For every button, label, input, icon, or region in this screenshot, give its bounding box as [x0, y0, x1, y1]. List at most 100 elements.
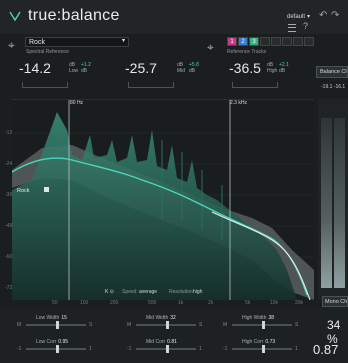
- high-level: -36.5: [229, 60, 261, 76]
- slider-value: 15: [61, 315, 67, 321]
- slider-value: 32: [170, 315, 176, 321]
- y-tick: -72: [5, 285, 13, 291]
- x-tick: 2k: [208, 300, 214, 306]
- slider-track[interactable]: [232, 321, 292, 329]
- slider-label: High Width 38: [242, 315, 274, 321]
- spectrum-fill: [12, 112, 297, 300]
- slider-label: Mid Corr 0.81: [146, 339, 177, 345]
- high-delta-unit: dB: [279, 68, 286, 74]
- x-tick: 200: [110, 300, 119, 306]
- slider-thumb[interactable]: [56, 321, 59, 329]
- mid-level: -25.7: [125, 60, 157, 76]
- x-tick: 50: [52, 300, 58, 306]
- mid-band: Mid: [177, 68, 186, 74]
- reference-slot[interactable]: [293, 37, 303, 46]
- slider-track[interactable]: [136, 321, 196, 329]
- redo-icon[interactable]: ↷: [331, 10, 339, 21]
- slider-label: Mid Width 32: [146, 315, 176, 321]
- reference-slot[interactable]: [271, 37, 281, 46]
- slider-thumb[interactable]: [262, 321, 265, 329]
- slider-min-label: -1: [17, 346, 22, 352]
- balance-values: -19.1 -16.1: [321, 84, 346, 90]
- slider-track[interactable]: [232, 345, 292, 353]
- high-band: High: [267, 68, 278, 74]
- y-tick: -36: [5, 192, 13, 198]
- mono-check-button[interactable]: Mono Chec: [322, 296, 348, 307]
- low-level: -14.2: [19, 60, 51, 76]
- slider-thumb[interactable]: [262, 345, 265, 353]
- slider-thumb[interactable]: [166, 321, 169, 329]
- slider-name: Mid Corr: [146, 339, 166, 345]
- speed-select[interactable]: average: [139, 289, 157, 295]
- menu-icon[interactable]: [288, 24, 296, 32]
- target-curve-label: Rock: [17, 188, 30, 194]
- reference-caption: Reference Tracks: [227, 49, 267, 55]
- crosshair-icon[interactable]: ⌖: [8, 38, 15, 53]
- slider-thumb[interactable]: [56, 345, 59, 353]
- slider-value: 0.73: [265, 339, 276, 345]
- slider-value: 38: [268, 315, 275, 321]
- undo-icon[interactable]: ↶: [319, 10, 327, 21]
- level-meter-right: [334, 118, 345, 288]
- reference-slot[interactable]: [282, 37, 292, 46]
- reference-slot[interactable]: 1: [227, 37, 237, 46]
- slider-min-label: -1: [127, 346, 132, 352]
- low-delta-unit: dB: [81, 68, 88, 74]
- help-button[interactable]: ?: [303, 21, 308, 31]
- slider-track[interactable]: [26, 345, 86, 353]
- reference-slot[interactable]: 3: [249, 37, 259, 46]
- high-band-label: 2.3 kHz: [230, 100, 247, 106]
- chevron-down-icon[interactable]: ▾: [122, 37, 125, 44]
- slider-min-label: M: [127, 322, 132, 328]
- x-tick: 1k: [178, 300, 184, 306]
- reference-slot[interactable]: 2: [238, 37, 248, 46]
- mid-balance-bar: [128, 82, 174, 88]
- high-readout: -36.5 dB High +2.1 dB: [229, 60, 289, 78]
- reference-slot[interactable]: [304, 37, 314, 46]
- speed-label: Speed: [122, 289, 137, 295]
- low-readout: -14.2 dB Low +1.2 dB: [19, 60, 91, 78]
- x-tick: 500: [148, 300, 157, 306]
- correlation-value: 0.87: [313, 342, 339, 357]
- slider-min-label: M: [223, 322, 228, 328]
- k-weighting-toggle[interactable]: K ⊙: [105, 289, 114, 295]
- y-tick: -60: [5, 254, 13, 260]
- slider-track[interactable]: [26, 321, 86, 329]
- slider-min-label: M: [17, 322, 22, 328]
- slider-name: High Corr: [242, 339, 264, 345]
- resolution-select[interactable]: high: [193, 289, 202, 295]
- y-tick: -24: [5, 161, 13, 167]
- slider-label: Low Width 15: [36, 315, 67, 321]
- chevron-down-icon[interactable]: ▾: [307, 13, 310, 20]
- slider-name: Low Corr: [36, 339, 57, 345]
- target-select[interactable]: Rock: [25, 37, 129, 47]
- slider-max-label: 1: [199, 346, 202, 352]
- slider-label: Low Corr 0.95: [36, 339, 68, 345]
- y-tick: -12: [5, 130, 13, 136]
- slider-value: 0.95: [58, 339, 69, 345]
- slider-max-label: 1: [89, 346, 92, 352]
- reference-slot[interactable]: [260, 37, 270, 46]
- slider-max-label: 1: [295, 346, 298, 352]
- x-tick: 10k: [270, 300, 279, 306]
- target-handle[interactable]: [44, 187, 49, 192]
- mid-delta-unit: dB: [189, 68, 196, 74]
- x-tick: 100: [80, 300, 89, 306]
- slider-thumb[interactable]: [166, 345, 169, 353]
- logo-icon: [9, 11, 21, 22]
- crosshair-icon[interactable]: ⌖: [207, 40, 214, 55]
- spectrum-graph[interactable]: [11, 99, 314, 301]
- slider-min-label: -1: [223, 346, 228, 352]
- spectrum-svg: [11, 100, 314, 301]
- slider-max-label: S: [89, 322, 93, 328]
- brand-title: true:balance: [28, 7, 120, 24]
- slider-max-label: S: [295, 322, 299, 328]
- low-band: Low: [69, 68, 79, 74]
- preset-select[interactable]: default: [287, 14, 305, 20]
- mid-readout: -25.7 dB Mid +5.8 dB: [125, 60, 199, 78]
- slider-name: Mid Width: [146, 315, 169, 321]
- low-balance-bar: [22, 82, 68, 88]
- x-tick: 20k: [295, 300, 304, 306]
- slider-track[interactable]: [136, 345, 196, 353]
- balance-check-button[interactable]: Balance Cha: [316, 66, 348, 78]
